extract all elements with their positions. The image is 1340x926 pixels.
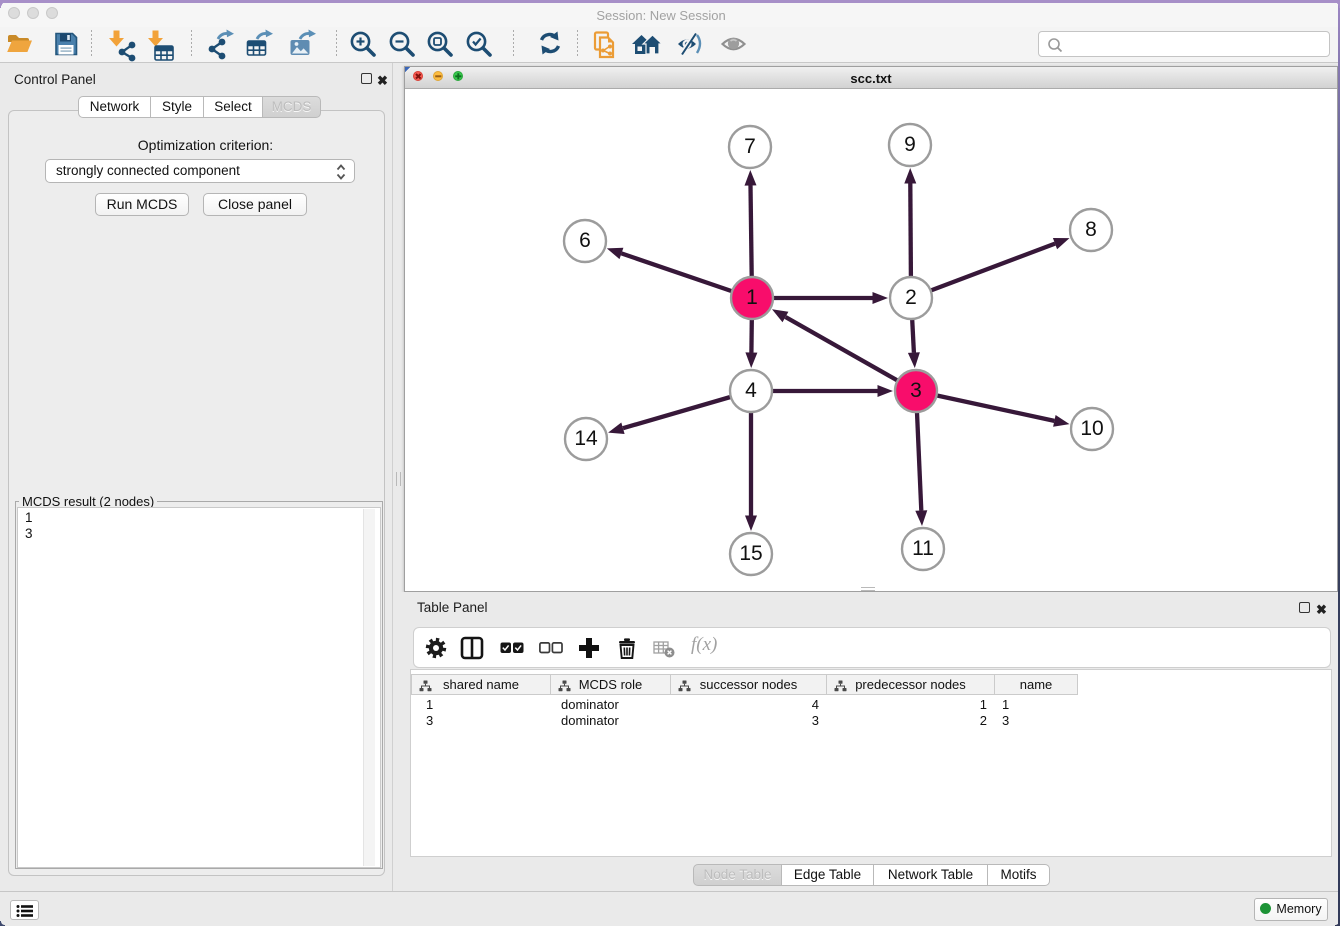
svg-text:7: 7: [744, 135, 756, 158]
svg-text:3: 3: [910, 379, 922, 402]
svg-text:15: 15: [739, 542, 762, 565]
svg-text:1: 1: [746, 286, 758, 309]
svg-text:6: 6: [579, 229, 591, 252]
svg-text:2: 2: [905, 286, 917, 309]
svg-text:10: 10: [1080, 417, 1103, 440]
svg-text:14: 14: [574, 427, 598, 450]
svg-text:8: 8: [1085, 218, 1097, 241]
svg-text:4: 4: [745, 379, 757, 402]
svg-text:9: 9: [904, 133, 916, 156]
svg-text:11: 11: [912, 537, 934, 560]
